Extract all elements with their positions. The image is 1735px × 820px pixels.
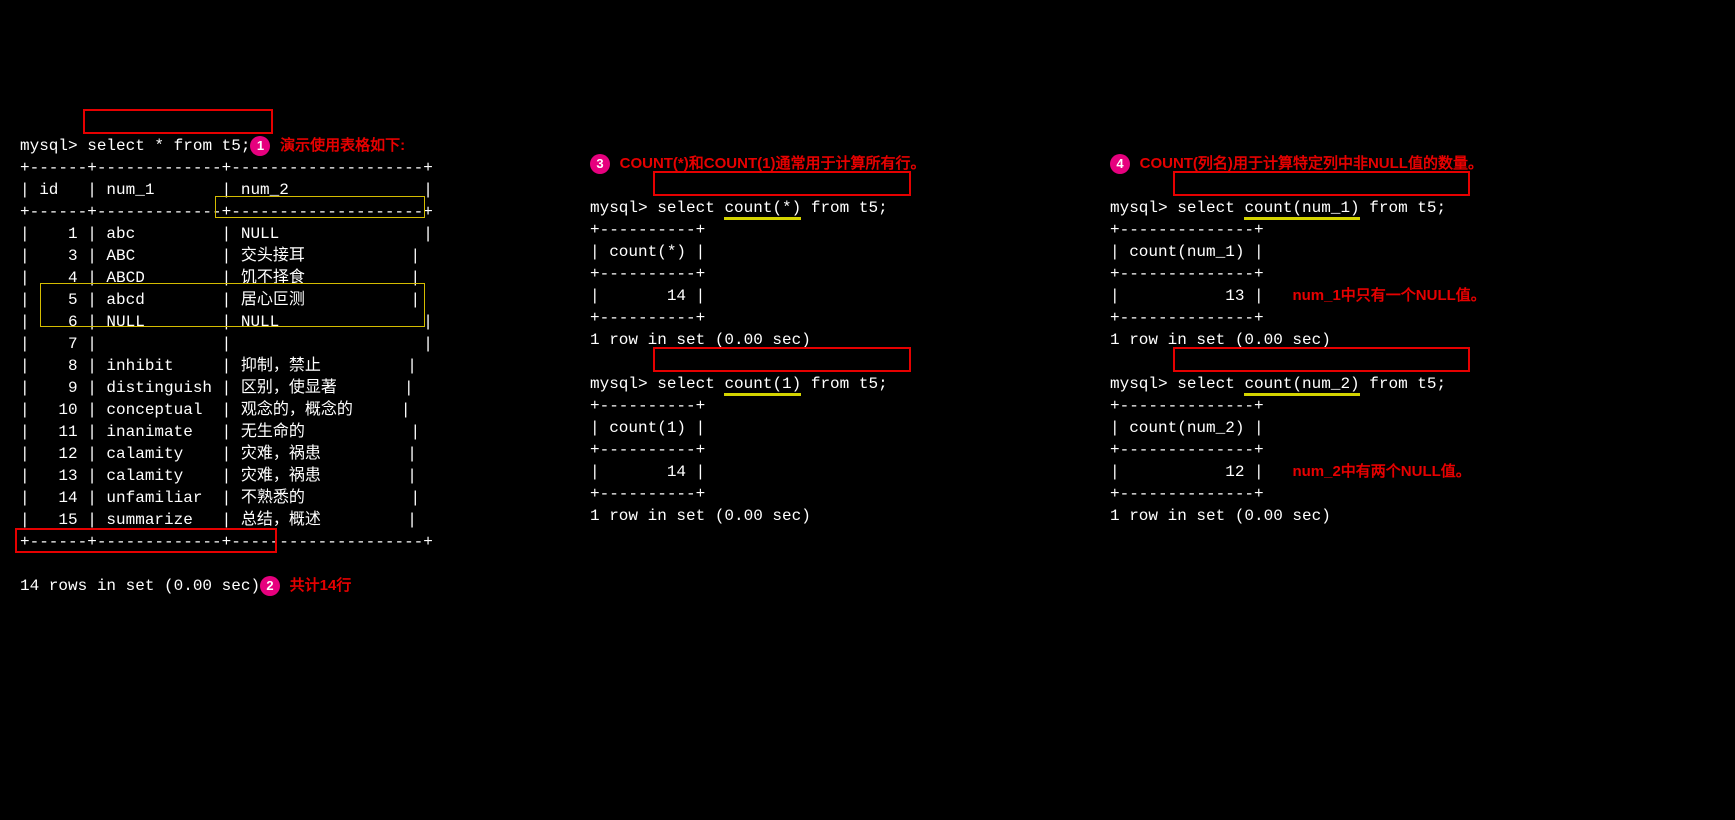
table-row: | 15 | summarize | 总结，概述 | <box>20 509 490 531</box>
sql-query-count-num1: select count(num_1) from t5; <box>1177 199 1446 220</box>
sql-query-count-star: select count(*) from t5; <box>657 199 887 220</box>
terminal-column-1: mysql> select * from t5;1 演示使用表格如下: +---… <box>20 113 490 685</box>
note-table-intro: 演示使用表格如下: <box>280 137 405 154</box>
table-row: | 5 | abcd | 居心叵测 | <box>20 289 490 311</box>
table-row: | 14 | unfamiliar | 不熟悉的 | <box>20 487 490 509</box>
note-num1-null: num_1中只有一个NULL值。 <box>1292 287 1485 304</box>
result-line: | count(num_2) | <box>1110 417 1610 439</box>
result-line: +--------------+ <box>1110 439 1610 461</box>
table-row: | 1 | abc | NULL | <box>20 223 490 245</box>
table-row: | 6 | NULL | NULL | <box>20 311 490 333</box>
result-line: | 12 | num_2中有两个NULL值。 <box>1110 461 1610 483</box>
table-row: | 4 | ABCD | 饥不择食 | <box>20 267 490 289</box>
note-num2-null: num_2中有两个NULL值。 <box>1292 463 1470 480</box>
result-line: +--------------+ <box>1110 307 1610 329</box>
table-sep-bottom: +------+-------------+------------------… <box>20 531 490 553</box>
result-line: | 14 | <box>590 461 1010 483</box>
rows-footer: 14 rows in set (0.00 sec) <box>20 577 260 595</box>
table-row: | 12 | calamity | 灾难，祸患 | <box>20 443 490 465</box>
result-line: +----------+ <box>590 439 1010 461</box>
result-line: +----------+ <box>590 483 1010 505</box>
result-line: | count(num_1) | <box>1110 241 1610 263</box>
section-3-title: COUNT(列名)用于计算特定列中非NULL值的数量。 <box>1140 155 1483 172</box>
table-row: | 7 | | | <box>20 333 490 355</box>
terminal-column-2: 3 COUNT(*)和COUNT(1)通常用于计算所有行。 mysql> sel… <box>590 131 1010 593</box>
terminal-column-3: 4 COUNT(列名)用于计算特定列中非NULL值的数量。 mysql> sel… <box>1110 131 1610 593</box>
result-line: +----------+ <box>590 307 1010 329</box>
section-2-title: COUNT(*)和COUNT(1)通常用于计算所有行。 <box>620 155 926 172</box>
note-total-rows: 共计14行 <box>290 577 352 594</box>
result-line: +--------------+ <box>1110 263 1610 285</box>
result-line: 1 row in set (0.00 sec) <box>1110 329 1610 351</box>
table-row: | 10 | conceptual | 观念的，概念的 | <box>20 399 490 421</box>
result-line: 1 row in set (0.00 sec) <box>1110 505 1610 527</box>
prompt: mysql> <box>590 375 648 393</box>
highlight-box-query1 <box>83 109 273 134</box>
result-line: +--------------+ <box>1110 395 1610 417</box>
result-line: +----------+ <box>590 395 1010 417</box>
result-line: | 14 | <box>590 285 1010 307</box>
table-sep-top: +------+-------------+------------------… <box>20 157 490 179</box>
badge-1: 1 <box>250 136 270 156</box>
prompt: mysql> <box>590 199 648 217</box>
table-row: | 11 | inanimate | 无生命的 | <box>20 421 490 443</box>
badge-3: 3 <box>590 154 610 174</box>
prompt: mysql> <box>1110 199 1168 217</box>
sql-query-count-num2: select count(num_2) from t5; <box>1177 375 1446 396</box>
table-sep-head: +------+-------------+------------------… <box>20 201 490 223</box>
sql-query-count-1: select count(1) from t5; <box>657 375 887 396</box>
badge-2: 2 <box>260 576 280 596</box>
prompt: mysql> <box>1110 375 1168 393</box>
result-line: +--------------+ <box>1110 219 1610 241</box>
highlight-box-count-star <box>653 171 911 196</box>
table-header: | id | num_1 | num_2 | <box>20 179 490 201</box>
result-line: 1 row in set (0.00 sec) <box>590 329 1010 351</box>
sql-query-1: select * from t5; <box>87 137 250 155</box>
result-line: +----------+ <box>590 263 1010 285</box>
table-row: | 13 | calamity | 灾难，祸患 | <box>20 465 490 487</box>
prompt: mysql> <box>20 137 78 155</box>
result-line: | count(*) | <box>590 241 1010 263</box>
table-row: | 9 | distinguish | 区别，使显著 | <box>20 377 490 399</box>
badge-4: 4 <box>1110 154 1130 174</box>
table-row: | 3 | ABC | 交头接耳 | <box>20 245 490 267</box>
result-line: 1 row in set (0.00 sec) <box>590 505 1010 527</box>
table-row: | 8 | inhibit | 抑制，禁止 | <box>20 355 490 377</box>
highlight-box-count-num1 <box>1173 171 1470 196</box>
result-line: +--------------+ <box>1110 483 1610 505</box>
result-line: +----------+ <box>590 219 1010 241</box>
result-line: | 13 | num_1中只有一个NULL值。 <box>1110 285 1610 307</box>
result-line: | count(1) | <box>590 417 1010 439</box>
